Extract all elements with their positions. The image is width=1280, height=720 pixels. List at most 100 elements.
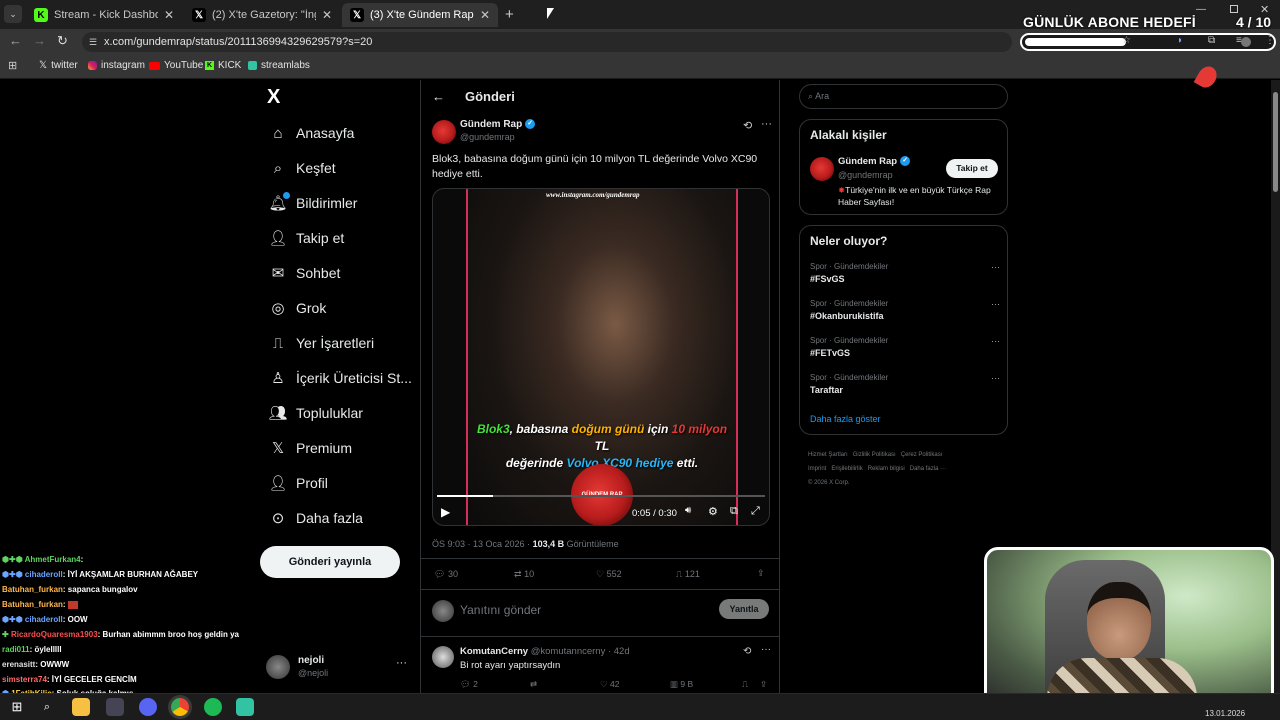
reply-icon[interactable]: 💬︎ 2	[460, 679, 478, 690]
share-icon[interactable]: ⇪	[757, 568, 765, 579]
follow-button[interactable]: Takip et	[946, 159, 998, 178]
back-arrow-icon[interactable]: ←	[432, 89, 445, 104]
nav-communities[interactable]: 👥︎ Topluluklar	[268, 401, 362, 425]
repost-icon[interactable]: ⇄	[530, 679, 537, 690]
badge-icon: ⬢✚⬢	[2, 615, 25, 624]
related-avatar[interactable]	[810, 157, 834, 181]
search-icon[interactable]: ⌕	[38, 698, 56, 716]
new-tab-button[interactable]: +	[505, 6, 514, 23]
apps-grid-icon[interactable]: ⊞	[8, 59, 17, 72]
bookmark-star-icon[interactable]: ☆	[1122, 35, 1131, 46]
settings-icon[interactable]: ⚙	[708, 505, 718, 518]
spotify-icon[interactable]	[204, 698, 222, 716]
close-tab-icon[interactable]: ✕	[164, 8, 174, 22]
nav-home[interactable]: ⌂ Anasayfa	[268, 121, 354, 145]
reply-button[interactable]: Yanıtla	[719, 599, 769, 619]
nav-grok[interactable]: ◎ Grok	[268, 296, 326, 320]
grok-icon[interactable]: ⟲	[743, 119, 752, 132]
repost-action[interactable]: ⇄ 10	[514, 569, 534, 580]
footer-link[interactable]: Hizmet Şartları	[808, 452, 848, 458]
footer-link[interactable]: Gizlilik Politikası	[853, 452, 896, 458]
post-button[interactable]: Gönderi yayınla	[260, 546, 400, 578]
profile-icon[interactable]	[1241, 37, 1251, 47]
windows-start-icon[interactable]: ⊞	[8, 698, 26, 716]
nav-profile[interactable]: 👤︎ Profil	[268, 471, 327, 495]
nav-follow[interactable]: 👤︎ Takip et	[268, 226, 344, 250]
footer-link[interactable]: Erişilebilirlik	[831, 466, 862, 472]
video-player[interactable]: www.instagram.com/gundemrap Blok3, babas…	[432, 188, 770, 526]
trend-item[interactable]: Spor · Gündemdekiler #FETvGS ···	[810, 336, 1000, 358]
reply-input[interactable]: Yanıtını gönder	[460, 603, 541, 617]
share-icon[interactable]: ⇪	[760, 679, 767, 690]
bookmark-kick[interactable]: K KICK	[205, 60, 241, 71]
trend-more-icon[interactable]: ···	[991, 299, 1000, 309]
close-tab-icon[interactable]: ✕	[322, 8, 332, 22]
x-logo-icon[interactable]: X	[267, 86, 280, 109]
author-avatar[interactable]	[432, 120, 456, 144]
post-more-icon[interactable]: ···	[761, 118, 772, 130]
nav-notifications[interactable]: 🔔︎ Bildirimler	[268, 191, 357, 215]
bookmark-twitter[interactable]: 𝕏twitter	[39, 60, 78, 71]
author-name-row[interactable]: Gündem Rap ✓	[460, 119, 536, 130]
bookmark-instagram[interactable]: instagram	[88, 60, 145, 71]
account-switcher[interactable]: nejoli @nejoli ···	[266, 653, 412, 683]
forward-icon[interactable]: →	[33, 33, 46, 48]
back-icon[interactable]: ←	[9, 33, 22, 48]
nav-bookmarks[interactable]: ⎍ Yer İşaretleri	[268, 331, 374, 355]
related-name[interactable]: Gündem Rap ✓	[838, 156, 911, 167]
tab-gundem-rap[interactable]: 𝕏 (3) X'te Gündem Rap: "Blok3, b ✕	[342, 3, 498, 27]
extension-icon[interactable]: ◗	[1177, 35, 1183, 46]
tab-search-button[interactable]: ⌄	[4, 5, 22, 23]
reload-icon[interactable]: ↻	[57, 33, 68, 49]
trend-more-icon[interactable]: ···	[991, 373, 1000, 383]
trend-item[interactable]: Spor · Gündemdekiler #Okanburukistifa ···	[810, 299, 1000, 321]
file-explorer-icon[interactable]	[72, 698, 90, 716]
chat-message: erenasitt: OWWW	[2, 660, 70, 669]
trend-more-icon[interactable]: ···	[991, 262, 1000, 272]
bookmark-streamlabs[interactable]: streamlabs	[248, 60, 310, 71]
trend-item[interactable]: Spor · Gündemdekiler Taraftar ···	[810, 373, 1000, 395]
volume-icon[interactable]: 🔊︎	[685, 505, 691, 516]
puzzle-icon[interactable]: ⧉	[1208, 35, 1215, 46]
discord-icon[interactable]	[139, 698, 157, 716]
reply-item[interactable]: KomutanCerny @komutanncerny · 42d ⟲ ··· …	[421, 638, 779, 693]
show-more-link[interactable]: Daha fazla göster	[810, 414, 881, 424]
reply-more-icon[interactable]: ···	[761, 644, 771, 655]
play-icon[interactable]: ▶	[441, 505, 450, 519]
menu-icon[interactable]: ⋮	[1265, 35, 1275, 46]
bookmark-icon[interactable]: ⎍	[742, 679, 748, 690]
fullscreen-icon[interactable]: ⤢	[751, 505, 760, 518]
video-progress-track[interactable]	[437, 495, 765, 497]
bookmark-action[interactable]: ⎍ 121	[676, 569, 700, 580]
search-input[interactable]: ⌕ Ara	[799, 84, 1008, 109]
grok-icon[interactable]: ⟲	[743, 646, 751, 657]
nav-explore[interactable]: ⌕ Keşfet	[268, 156, 336, 180]
nav-premium[interactable]: 𝕏 Premium	[268, 436, 352, 460]
app-icon[interactable]	[106, 698, 124, 716]
footer-link[interactable]: Reklam bilgisi	[868, 466, 905, 472]
trend-item[interactable]: Spor · Gündemdekiler #FSvGS ···	[810, 262, 1000, 284]
footer-link[interactable]: Çerez Politikası	[901, 452, 943, 458]
reply-action[interactable]: 💬︎ 30	[434, 569, 458, 580]
window-minimize-button[interactable]: —	[1196, 4, 1206, 15]
footer-link[interactable]: Daha fazla ···	[910, 466, 946, 472]
tab-gazetory[interactable]: 𝕏 (2) X'te Gazetory: "İngiltere'den ✕	[184, 3, 340, 27]
chrome-icon[interactable]	[171, 698, 189, 716]
streaming-app-icon[interactable]	[236, 698, 254, 716]
nav-more[interactable]: ⊙ Daha fazla	[268, 506, 363, 530]
footer-link[interactable]: Imprint	[808, 466, 826, 472]
scrollbar-thumb[interactable]	[1273, 92, 1278, 192]
nav-creator-studio[interactable]: ♙ İçerik Üreticisi St...	[268, 366, 412, 390]
heart-icon[interactable]: ♡ 42	[600, 679, 619, 690]
url-input[interactable]: ☰ x.com/gundemrap/status/201113699432962…	[82, 32, 1012, 52]
views-icon[interactable]: ▥ 9 B	[670, 679, 693, 690]
pip-icon[interactable]: ⧉	[730, 505, 738, 518]
tab-kick-dashboard[interactable]: K Stream - Kick Dashboard ✕	[26, 3, 182, 27]
nav-chat[interactable]: ✉ Sohbet	[268, 261, 341, 285]
site-info-icon[interactable]: ☰	[89, 32, 97, 52]
like-action[interactable]: ♡ 552	[596, 569, 622, 580]
close-tab-icon[interactable]: ✕	[480, 8, 490, 22]
bookmark-youtube[interactable]: YouTube	[149, 60, 203, 71]
trend-more-icon[interactable]: ···	[991, 336, 1000, 346]
window-maximize-button[interactable]	[1230, 5, 1238, 13]
